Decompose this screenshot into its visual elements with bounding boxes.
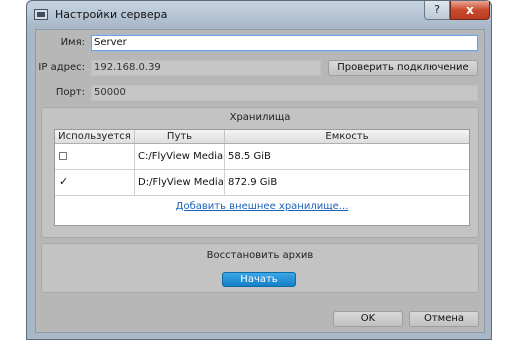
used-cell [55, 144, 135, 169]
name-input[interactable]: Server [91, 35, 478, 51]
name-label: Имя: [60, 37, 85, 48]
storage-table-header: Используется Путь Емкость [55, 130, 469, 144]
window-title: Настройки сервера [55, 8, 168, 21]
cancel-button[interactable]: Отмена [409, 311, 479, 327]
used-checkbox[interactable] [59, 152, 67, 160]
port-field: 50000 [91, 85, 478, 101]
port-label: Порт: [55, 87, 85, 98]
app-window-icon [34, 9, 48, 20]
close-button[interactable]: x [450, 1, 490, 20]
title-bar[interactable]: Настройки сервера ? x [27, 1, 491, 27]
ok-button[interactable]: OK [333, 311, 403, 327]
storage-group: Хранилища Используется Путь Емкость C:/F… [41, 107, 479, 238]
used-cell: ✓ [55, 170, 135, 195]
settings-panel: Имя: Server IP адрес: 192.168.0.39 Прове… [35, 29, 485, 333]
ip-address-field: 192.168.0.39 [91, 60, 321, 76]
storage-group-title: Хранилища [229, 112, 291, 123]
server-settings-dialog: Настройки сервера ? x Имя: Server IP адр… [26, 0, 492, 340]
column-header-capacity[interactable]: Емкость [225, 130, 469, 143]
restore-archive-title: Восстановить архив [206, 250, 314, 261]
capacity-cell: 58.5 GiB [228, 151, 271, 162]
help-button[interactable]: ? [424, 1, 450, 20]
column-header-path[interactable]: Путь [135, 130, 225, 143]
ip-address-label: IP адрес: [38, 62, 85, 73]
table-row[interactable]: ✓ D:/FlyView Media 872.9 GiB [55, 170, 469, 196]
storage-table: Используется Путь Емкость C:/FlyView Med… [54, 129, 470, 226]
path-cell: C:/FlyView Media [135, 144, 225, 169]
table-row[interactable]: C:/FlyView Media 58.5 GiB [55, 144, 469, 170]
add-external-storage-link[interactable]: Добавить внешнее хранилище... [55, 201, 469, 212]
start-restore-button[interactable]: Начать [222, 272, 296, 287]
restore-archive-group: Восстановить архив Начать [41, 243, 479, 293]
path-cell: D:/FlyView Media [135, 170, 225, 195]
column-header-used[interactable]: Используется [55, 130, 135, 143]
check-connection-button[interactable]: Проверить подключение [328, 60, 478, 76]
capacity-cell: 872.9 GiB [228, 177, 278, 188]
used-checkbox-checked[interactable]: ✓ [59, 176, 68, 187]
